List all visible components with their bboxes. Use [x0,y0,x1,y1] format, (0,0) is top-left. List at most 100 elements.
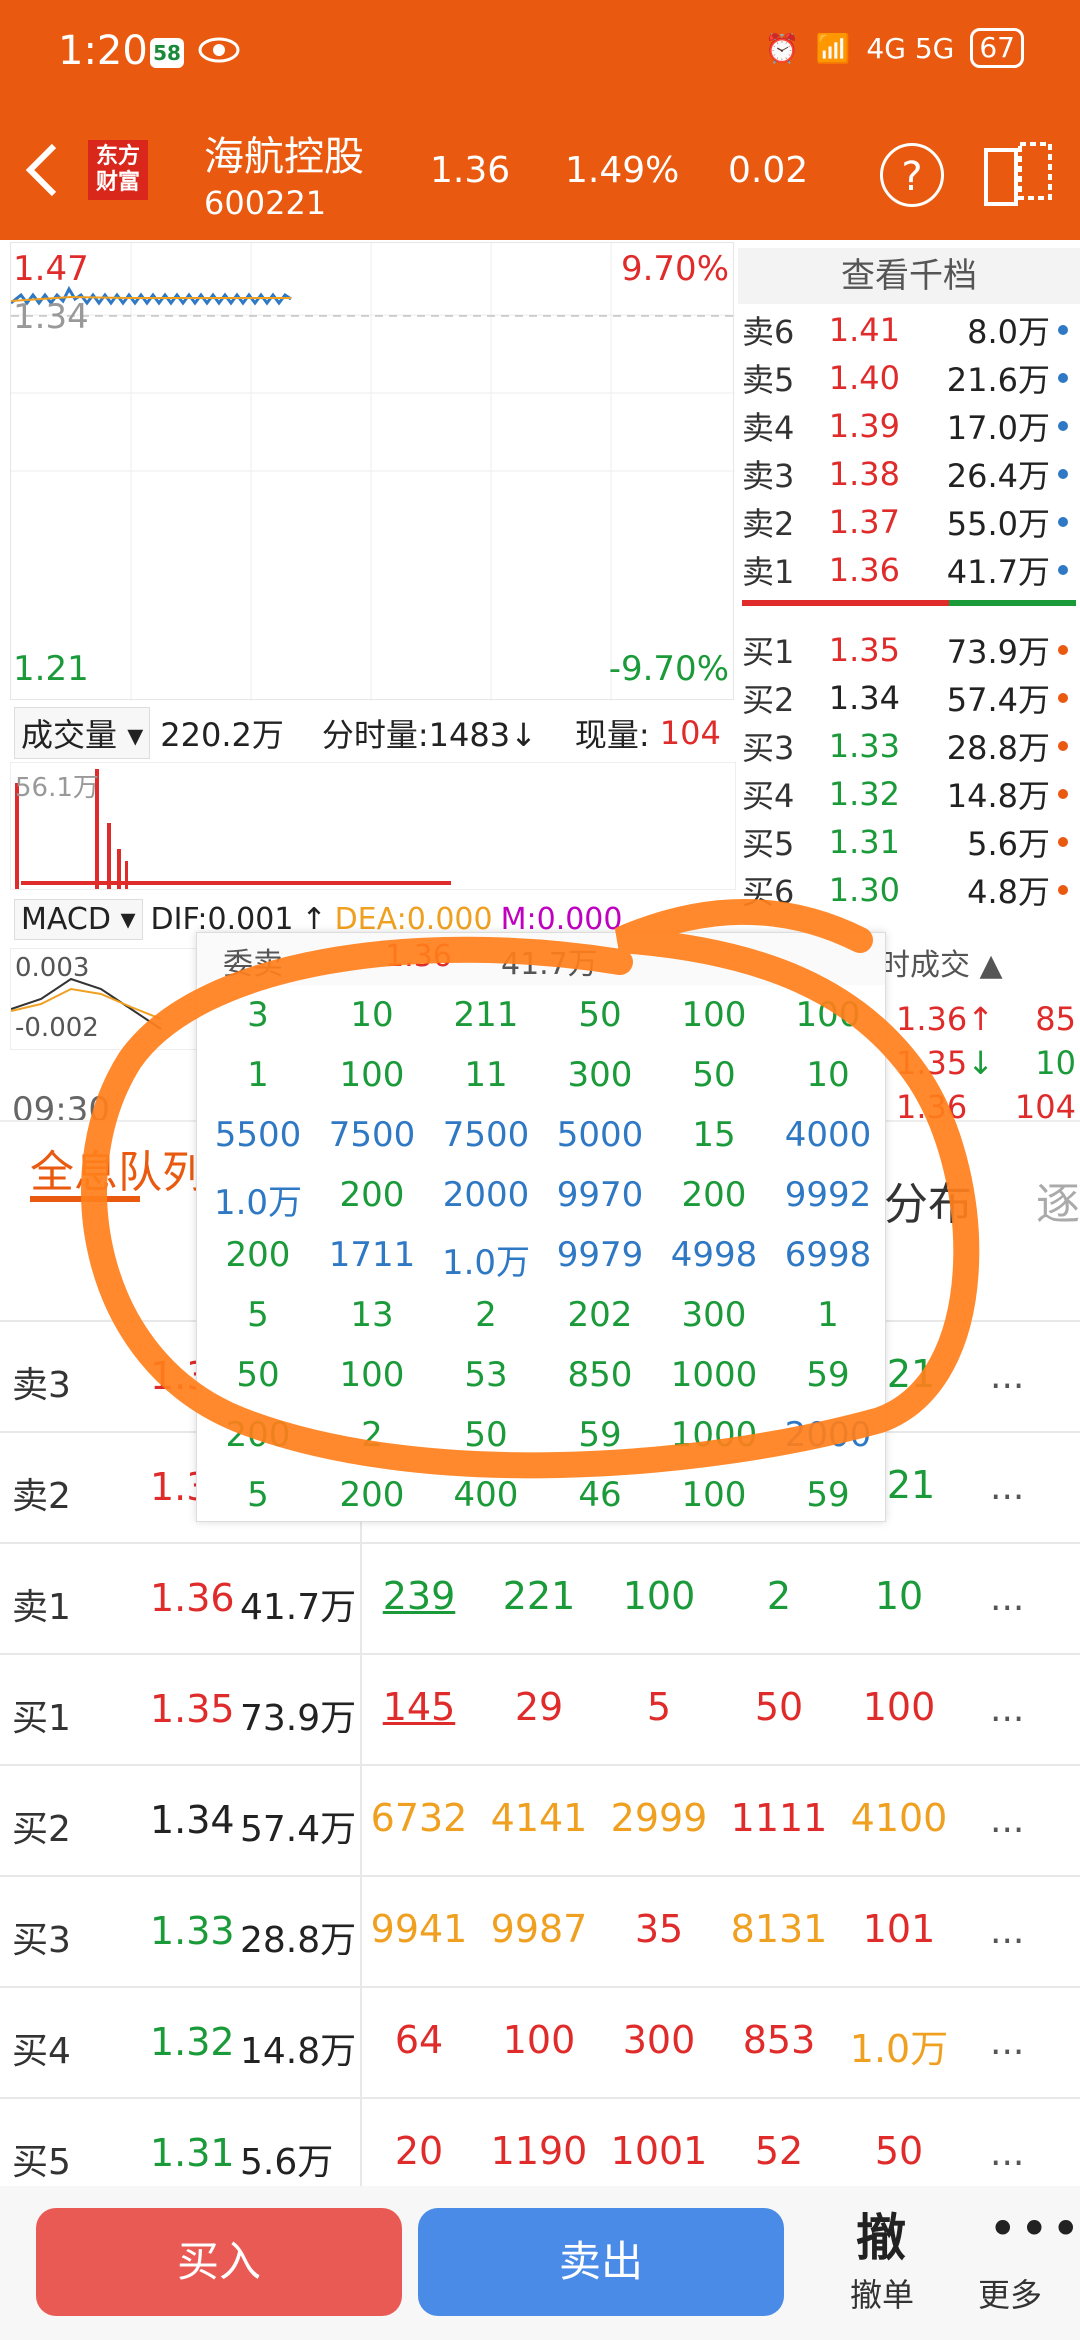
queue-order-cell[interactable]: 100 [480,2018,598,2062]
queue-order-cell[interactable]: 239 [360,1574,478,1618]
popup-order-cell: 53 [464,1355,508,1395]
popup-order-cell: 3 [247,995,269,1035]
order-volume: 55.0万 [946,505,1050,543]
intraday-chart[interactable]: 1.47 9.70% 1.34 1.21 -9.70% [10,242,735,701]
order-volume: 57.4万 [946,681,1050,719]
help-icon[interactable]: ? [880,143,944,207]
queue-order-cell[interactable]: 300 [600,2018,718,2062]
queue-order-cell[interactable]: 1111 [720,1796,838,1840]
queue-level-label: 卖2 [12,1476,71,1517]
queue-order-cell[interactable]: 145 [360,1685,478,1729]
queue-order-cell[interactable]: 50 [840,2129,958,2173]
view-depth-button[interactable]: 查看千档 [738,248,1080,304]
queue-more-icon[interactable]: ... [990,1356,1024,1397]
popup-price: 1.36 [385,939,452,974]
order-price: 1.33 [828,727,900,765]
ask-dot-icon [1058,469,1068,479]
popup-order-cell: 100 [795,995,861,1035]
queue-row[interactable]: 卖1 1.36 41.7万 239 221 100 2 10... [0,1542,1080,1654]
back-arrow-icon[interactable] [22,140,62,200]
tab-tick-by-tick[interactable]: 逐 [1036,1168,1080,1232]
queue-order-cell[interactable]: 2 [720,1574,838,1618]
queue-order-cell[interactable]: 29 [480,1685,598,1729]
queue-order-cell[interactable]: 6732 [360,1796,478,1840]
popup-order-cell: 211 [453,995,519,1035]
volume-indicator-select[interactable]: 成交量 ▾ [14,707,151,759]
queue-order-cell[interactable]: 8131 [720,1907,838,1951]
queue-more-icon[interactable]: ... [990,1689,1024,1730]
queue-more-icon[interactable]: ... [990,1467,1024,1508]
switch-view-icon[interactable] [982,140,1054,208]
queue-row[interactable]: 买1 1.35 73.9万 145 29 5 50 100... [0,1653,1080,1765]
popup-order-cell: 7500 [442,1115,530,1155]
queue-order-cell[interactable]: 9941 [360,1907,478,1951]
more-icon[interactable]: ••• [988,2200,1080,2258]
popup-order-cell: 5 [247,1475,269,1515]
order-level-label: 卖1 [742,553,795,591]
queue-order-cell[interactable]: 20 [360,2129,478,2173]
macd-bottom: -0.002 [15,1013,99,1043]
queue-order-cell[interactable]: 52 [720,2129,838,2173]
queue-order-cell[interactable]: 50 [720,1685,838,1729]
queue-more-icon[interactable]: ... [990,1800,1024,1841]
status-icons: ⏰ 📶 4G 5G 67 [765,28,1024,68]
order-price: 1.34 [828,679,900,717]
macd-indicator-select[interactable]: MACD ▾ [14,898,143,940]
popup-order-cell: 200 [681,1175,747,1215]
queue-level-label: 卖3 [12,1365,71,1406]
volume-total: 220.2万 [160,716,284,754]
queue-order-cell[interactable]: 1190 [480,2129,598,2173]
sell-button[interactable]: 卖出 [418,2208,784,2316]
queue-order-cell[interactable]: 853 [720,2018,838,2062]
queue-order-cell[interactable]: 1001 [600,2129,718,2173]
queue-row[interactable]: 买4 1.32 14.8万 64 100 300 853 1.0万... [0,1986,1080,2098]
tab-full-queue[interactable]: 全息队列 [30,1136,206,1200]
cancel-order-icon[interactable]: 撤 [856,2198,906,2270]
queue-order-cell[interactable]: 64 [360,2018,478,2062]
popup-order-cell: 59 [806,1355,850,1395]
popup-order-cell: 50 [236,1355,280,1395]
bids-row: 买1 1.35 73.9万 [742,626,1078,674]
macd-time-start: 09:30 [12,1090,110,1130]
app-badge: 58 [150,38,184,68]
queue-more-icon[interactable]: ... [990,2022,1024,2063]
queue-order-cell[interactable]: 9987 [480,1907,598,1951]
header-price: 1.36 [430,150,511,191]
cancel-order-label[interactable]: 撤单 [850,2270,914,2316]
popup-order-cell: 10 [806,1055,850,1095]
order-volume: 4.8万 [967,873,1050,911]
queue-popup[interactable]: 委卖 1.36 41.7万 3 10 211 50 100 100 1 100 11 300 50 1… [196,932,886,1522]
queue-order-cell[interactable]: 1.0万 [840,2018,958,2073]
ask-dot-icon [1058,565,1068,575]
queue-order-cell[interactable]: 221 [480,1574,598,1618]
ticks-title[interactable]: 时成交 ▲ [880,940,1003,984]
queue-order-cell[interactable]: 100 [840,1685,958,1729]
queue-row[interactable]: 买3 1.33 28.8万 9941 9987 35 8131 101... [0,1875,1080,1987]
queue-price: 1.31 [150,2131,235,2175]
buy-button[interactable]: 买入 [36,2208,402,2316]
popup-order-cell: 2000 [442,1175,530,1215]
volume-bars [15,769,451,889]
queue-more-icon[interactable]: ... [990,2133,1024,2174]
ask-dot-icon [1058,373,1068,383]
queue-row[interactable]: 买2 1.34 57.4万 6732 4141 2999 1111 4100... [0,1764,1080,1876]
queue-price: 1.35 [150,1687,235,1731]
chart-high: 1.47 [13,249,89,289]
tab-distribution[interactable]: 分布 [884,1168,972,1232]
queue-more-icon[interactable]: ... [990,1578,1024,1619]
order-price: 1.38 [828,455,900,493]
popup-order-cell: 1.0万 [213,1183,303,1223]
queue-order-cell[interactable]: 101 [840,1907,958,1951]
queue-order-cell[interactable]: 5 [600,1685,718,1729]
queue-order-cell[interactable]: 4100 [840,1796,958,1840]
queue-more-icon[interactable]: ... [990,1911,1024,1952]
more-label[interactable]: 更多 [978,2270,1042,2316]
order-price: 1.36 [828,551,900,589]
queue-order-cell[interactable]: 2999 [600,1796,718,1840]
queue-order-cell[interactable]: 100 [600,1574,718,1618]
popup-order-cell: 100 [339,1055,405,1095]
queue-order-cell[interactable]: 10 [840,1574,958,1618]
queue-order-cell[interactable]: 35 [600,1907,718,1951]
queue-order-cell[interactable]: 4141 [480,1796,598,1840]
bid-dot-icon [1058,885,1068,895]
